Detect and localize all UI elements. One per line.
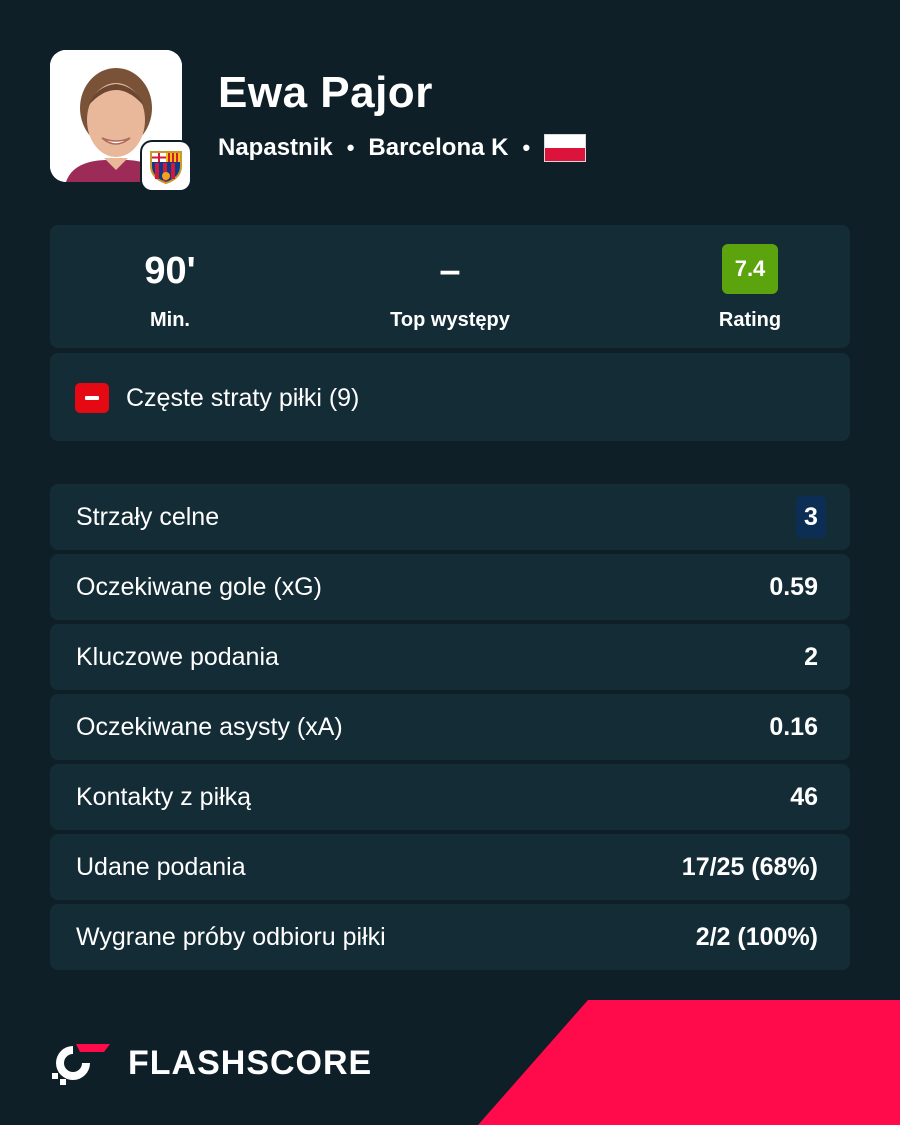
- stat-value: 46: [790, 783, 818, 811]
- player-header: Ewa Pajor Napastnik • Barcelona K •: [50, 50, 850, 190]
- stat-row: Strzały celne 3: [50, 484, 850, 550]
- poland-flag-icon: [544, 134, 587, 162]
- flashscore-brand: FLASHSCORE: [50, 1040, 372, 1086]
- minutes-stat: 90' Min.: [50, 225, 290, 348]
- stat-value: 2: [804, 643, 818, 671]
- player-name: Ewa Pajor: [218, 68, 433, 117]
- stat-label: Wygrane próby odbioru piłki: [76, 923, 386, 951]
- stat-row: Oczekiwane gole (xG) 0.59: [50, 554, 850, 620]
- stat-value: 2/2 (100%): [695, 923, 818, 951]
- top-performance-value: –: [439, 250, 461, 292]
- stat-value: 17/25 (68%): [681, 853, 818, 881]
- stat-label: Kontakty z piłką: [76, 783, 252, 811]
- player-position: Napastnik: [218, 134, 333, 161]
- stat-value-highlighted: 3: [796, 496, 826, 538]
- minutes-value: 90': [144, 250, 196, 292]
- brand-name: FLASHSCORE: [128, 1043, 373, 1082]
- rating-label: Rating: [718, 309, 782, 331]
- club-crest-icon: [142, 142, 190, 190]
- stat-label: Oczekiwane gole (xG): [76, 573, 322, 601]
- rating-badge: 7.4: [722, 244, 778, 294]
- minus-icon: [75, 383, 109, 413]
- player-meta: Napastnik • Barcelona K •: [218, 134, 587, 162]
- match-summary-card: 90' Min. – Top występy 7.4 Rating: [50, 225, 850, 348]
- separator-dot: •: [346, 135, 355, 160]
- stat-row: Kluczowe podania 2: [50, 624, 850, 690]
- weakness-card: Częste straty piłki (9): [50, 353, 850, 441]
- minutes-label: Min.: [150, 309, 190, 331]
- flashscore-logo-icon: [52, 1044, 110, 1085]
- rating-stat: 7.4 Rating: [630, 225, 870, 348]
- stat-label: Kluczowe podania: [76, 643, 279, 671]
- top-performance-stat: – Top występy: [330, 225, 570, 348]
- top-performance-label: Top występy: [390, 309, 510, 331]
- stat-label: Udane podania: [76, 853, 246, 881]
- stat-row: Oczekiwane asysty (xA) 0.16: [50, 694, 850, 760]
- player-club: Barcelona K: [368, 134, 509, 161]
- stat-row: Udane podania 17/25 (68%): [50, 834, 850, 900]
- weakness-text: Częste straty piłki (9): [126, 384, 360, 412]
- stat-label: Oczekiwane asysty (xA): [76, 713, 343, 741]
- stat-row: Wygrane próby odbioru piłki 2/2 (100%): [50, 904, 850, 970]
- separator-dot: •: [522, 135, 531, 160]
- stat-value: 0.16: [769, 713, 818, 741]
- stat-value: 0.59: [769, 573, 818, 601]
- stat-row: Kontakty z piłką 46: [50, 764, 850, 830]
- stat-label: Strzały celne: [76, 503, 220, 531]
